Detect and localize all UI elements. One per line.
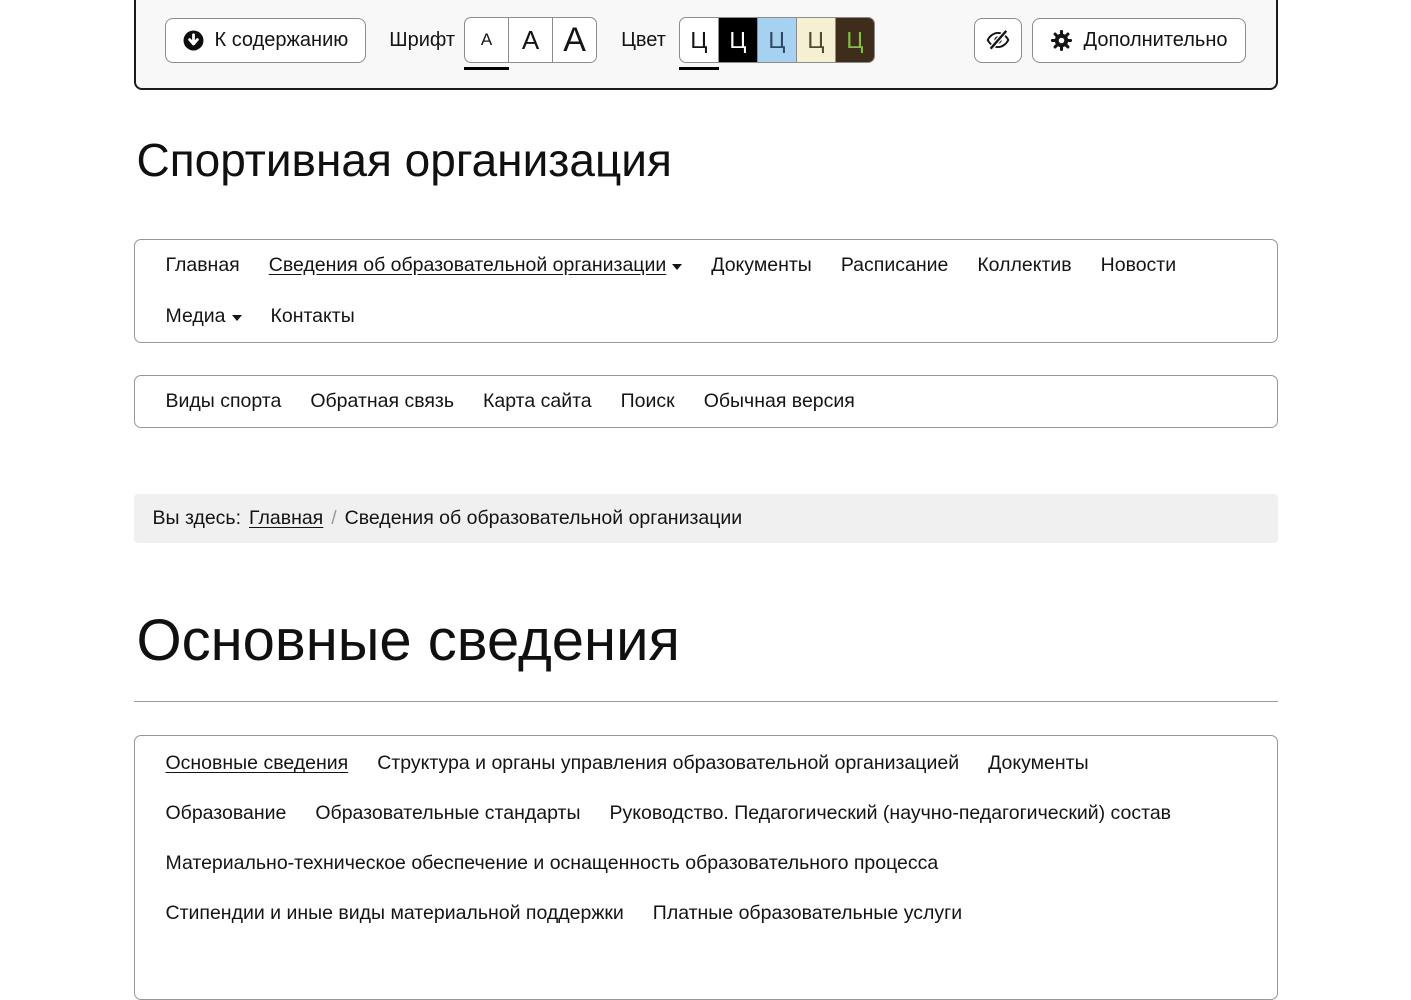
nav-item-poisk[interactable]: Поиск <box>621 390 675 413</box>
nav-item-vidy-sporta[interactable]: Виды спорта <box>166 390 282 413</box>
font-size-large-button[interactable]: А <box>552 17 597 63</box>
section-menu-row: Стипендии и иные виды материальной подде… <box>166 889 1246 939</box>
section-item-struktura[interactable]: Структура и органы управления образовате… <box>377 752 959 775</box>
section-item-stipendii[interactable]: Стипендии и иные виды материальной подде… <box>166 902 624 925</box>
nav-item-kollektiv[interactable]: Коллектив <box>977 254 1071 277</box>
section-menu-row: Материально-техническое обеспечение и ос… <box>166 839 1246 889</box>
extras-button[interactable]: Дополнительно <box>1032 18 1246 63</box>
secondary-nav: Виды спорта Обратная связь Карта сайта П… <box>134 375 1278 428</box>
section-item-osnovnye-svedeniya[interactable]: Основные сведения <box>166 752 349 775</box>
section-item-obrazovatelnye-standarty[interactable]: Образовательные стандарты <box>315 802 580 825</box>
section-menu-row: Образование Образовательные стандарты Ру… <box>166 789 1246 839</box>
font-size-small-glyph: А <box>481 30 492 50</box>
nav-item-glavnaya[interactable]: Главная <box>166 254 240 277</box>
arrow-circle-down-icon <box>183 30 204 51</box>
color-scheme-beige-button[interactable]: Ц <box>796 17 836 63</box>
nav-item-raspisanie[interactable]: Расписание <box>841 254 949 277</box>
color-scheme-blue-glyph: Ц <box>768 27 785 54</box>
toolbar-right-group: Дополнительно <box>974 18 1246 63</box>
low-vision-eye-icon <box>985 27 1011 53</box>
main-nav-row: Главная Сведения об образовательной орга… <box>166 240 1246 291</box>
to-content-button[interactable]: К содержанию <box>165 18 367 63</box>
heading-divider <box>134 701 1278 702</box>
section-item-materialno-tekhnicheskoe[interactable]: Материально-техническое обеспечение и ос… <box>166 852 939 875</box>
section-item-dokumenty[interactable]: Документы <box>988 752 1089 775</box>
breadcrumb: Вы здесь: Главная / Сведения об образова… <box>134 494 1278 543</box>
color-scheme-brown-button[interactable]: Ц <box>835 17 875 63</box>
page-heading: Основные сведения <box>137 607 1278 675</box>
breadcrumb-home-link[interactable]: Главная <box>249 507 323 530</box>
font-size-switcher: А А А <box>464 17 597 63</box>
section-menu: Основные сведения Структура и органы упр… <box>134 735 1278 1000</box>
nav-item-novosti[interactable]: Новости <box>1101 254 1177 277</box>
font-size-large-glyph: А <box>563 21 586 60</box>
breadcrumb-current: Сведения об образовательной организации <box>345 507 743 530</box>
nav-item-obratnaya-svyaz[interactable]: Обратная связь <box>310 390 454 413</box>
color-scheme-blue-button[interactable]: Ц <box>757 17 797 63</box>
color-scheme-white-glyph: Ц <box>690 27 707 54</box>
nav-item-karta-sayta[interactable]: Карта сайта <box>483 390 592 413</box>
color-scheme-black-glyph: Ц <box>729 27 746 54</box>
nav-item-dokumenty[interactable]: Документы <box>711 254 812 277</box>
font-size-label: Шрифт <box>389 29 455 52</box>
section-item-obrazovanie[interactable]: Образование <box>166 802 287 825</box>
color-scheme-black-button[interactable]: Ц <box>718 17 758 63</box>
caret-down-icon <box>672 264 682 270</box>
color-scheme-label: Цвет <box>621 29 666 52</box>
secondary-nav-row: Виды спорта Обратная связь Карта сайта П… <box>166 376 1246 427</box>
main-nav: Главная Сведения об образовательной орга… <box>134 239 1278 343</box>
main-nav-row: Медиа Контакты <box>166 291 1246 342</box>
accessibility-toolbar: К содержанию Шрифт А А А Цвет Ц Ц Ц <box>134 0 1278 90</box>
nav-item-obychnaya-versiya[interactable]: Обычная версия <box>704 390 855 413</box>
color-scheme-beige-glyph: Ц <box>807 27 824 54</box>
section-menu-row: Основные сведения Структура и органы упр… <box>166 739 1246 789</box>
color-scheme-white-button[interactable]: Ц <box>679 17 719 63</box>
to-content-label: К содержанию <box>215 29 349 52</box>
color-scheme-brown-glyph: Ц <box>846 27 863 54</box>
section-item-rukovodstvo[interactable]: Руководство. Педагогический (научно-педа… <box>609 802 1171 825</box>
breadcrumb-separator: / <box>331 507 336 530</box>
nav-item-media[interactable]: Медиа <box>166 305 242 328</box>
font-size-medium-glyph: А <box>522 25 539 56</box>
accessibility-view-button[interactable] <box>974 18 1022 63</box>
site-title: Спортивная организация <box>137 134 1278 187</box>
breadcrumb-prefix: Вы здесь: <box>153 507 242 530</box>
nav-item-kontakty[interactable]: Контакты <box>271 305 355 328</box>
nav-item-svedeniya[interactable]: Сведения об образовательной организации <box>269 254 683 277</box>
font-size-medium-button[interactable]: А <box>508 17 553 63</box>
font-size-small-button[interactable]: А <box>464 17 509 63</box>
color-scheme-switcher: Ц Ц Ц Ц Ц <box>679 17 875 63</box>
section-item-platnye-uslugi[interactable]: Платные образовательные услуги <box>653 902 962 925</box>
extras-label: Дополнительно <box>1084 29 1228 52</box>
caret-down-icon <box>232 315 242 321</box>
gear-icon <box>1050 29 1073 52</box>
page-container: К содержанию Шрифт А А А Цвет Ц Ц Ц <box>134 0 1278 1000</box>
